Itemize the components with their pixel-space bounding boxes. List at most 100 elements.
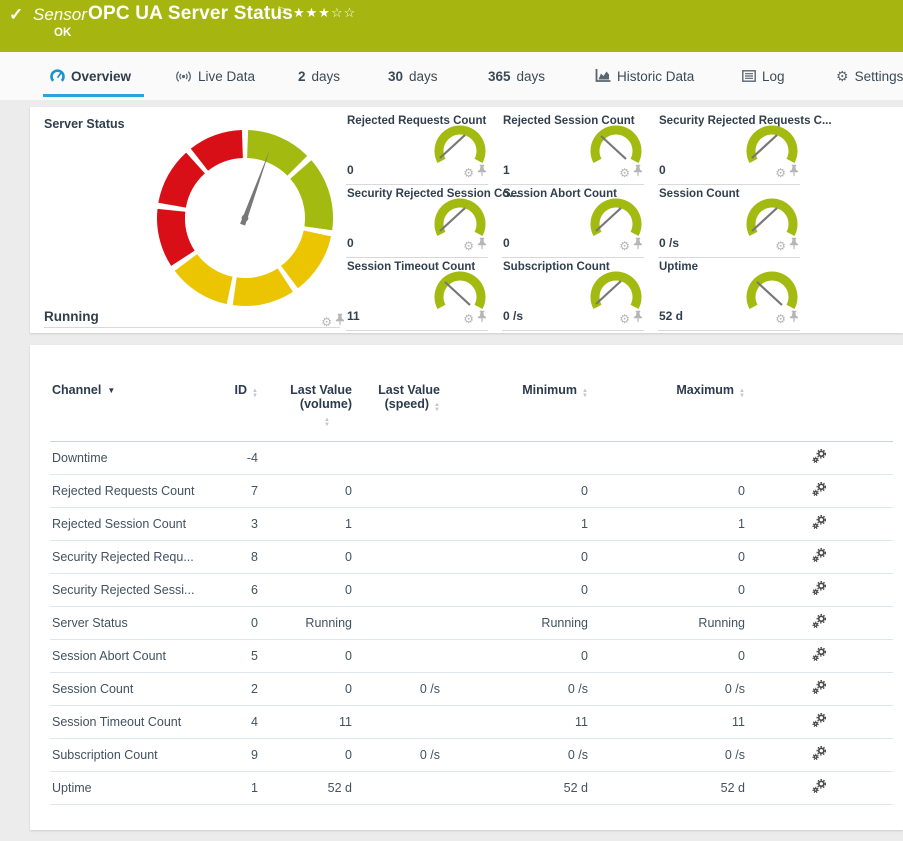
channel-settings-icon[interactable] (812, 779, 827, 797)
pin-icon[interactable] (335, 313, 345, 331)
cell-actions (755, 640, 893, 673)
tab-30-days[interactable]: 30days (388, 52, 438, 100)
table-row: Session Count200 /s0 /s0 /s (50, 673, 893, 706)
mini-gauge-value: 0 (659, 163, 666, 177)
cell-minimum: 52 d (450, 772, 598, 805)
mini-gauge-cell: Subscription Count0 /s⚙ (502, 258, 644, 331)
column-header-last-value-speed[interactable]: Last Value (speed)▲▼ (362, 381, 450, 442)
channel-settings-icon[interactable] (812, 449, 827, 467)
status-badge: OK (54, 27, 71, 39)
column-header-maximum[interactable]: Maximum▲▼ (598, 381, 755, 442)
mini-gauge-cell: Security Rejected Session Co...0⚙ (346, 185, 488, 258)
tab-overview[interactable]: Overview (50, 52, 131, 100)
cell-id: 0 (228, 607, 268, 640)
cell-actions (755, 673, 893, 706)
gauge-settings-icon[interactable]: ⚙ (775, 240, 786, 252)
gauge-segment-green (248, 144, 298, 166)
mini-gauge-cell: Session Abort Count0⚙ (502, 185, 644, 258)
table-row: Uptime152 d52 d52 d (50, 772, 893, 805)
cell-last_volume: 0 (268, 574, 362, 607)
channel-settings-icon[interactable] (812, 680, 827, 698)
priority-stars[interactable]: ★★★☆☆ (293, 5, 356, 21)
tab-365-days[interactable]: 365days (488, 52, 545, 100)
channel-settings-icon[interactable] (812, 515, 827, 533)
cell-channel: Subscription Count (50, 739, 228, 772)
gauge-settings-icon[interactable]: ⚙ (463, 240, 474, 252)
gauge-settings-icon[interactable]: ⚙ (619, 240, 630, 252)
pin-icon[interactable] (633, 164, 643, 182)
channel-settings-icon[interactable] (812, 482, 827, 500)
table-header-row: Channel▼ ID▲▼ Last Value (volume) ▲▼ Las… (50, 381, 893, 442)
sort-icon: ▲▼ (252, 389, 258, 398)
pin-icon[interactable] (633, 310, 643, 328)
gauge-settings-icon[interactable]: ⚙ (463, 167, 474, 179)
flag-icon[interactable]: ⚐ (276, 4, 288, 20)
cell-channel: Security Rejected Requ... (50, 541, 228, 574)
mini-gauge-value: 0 (503, 236, 510, 250)
page-title: OPC UA Server Status (88, 3, 293, 25)
tab-2-days[interactable]: 2days (298, 52, 340, 100)
table-row: Session Abort Count5000 (50, 640, 893, 673)
gauge-settings-icon[interactable]: ⚙ (775, 167, 786, 179)
cell-id: 8 (228, 541, 268, 574)
sort-icon: ▲▼ (739, 389, 745, 398)
cell-id: 4 (228, 706, 268, 739)
gear-icon: ⚙ (836, 69, 849, 83)
channel-settings-icon[interactable] (812, 614, 827, 632)
pin-icon[interactable] (477, 164, 487, 182)
gauge-segment-red (199, 144, 242, 160)
cell-id: 1 (228, 772, 268, 805)
table-row: Security Rejected Requ...8000 (50, 541, 893, 574)
channel-table: Channel▼ ID▲▼ Last Value (volume) ▲▼ Las… (50, 381, 893, 805)
cell-minimum: 0 (450, 475, 598, 508)
channel-settings-icon[interactable] (812, 581, 827, 599)
gauge-settings-icon[interactable]: ⚙ (619, 167, 630, 179)
cell-maximum: 0 (598, 475, 755, 508)
column-header-actions (755, 381, 893, 442)
pin-icon[interactable] (633, 237, 643, 255)
pin-icon[interactable] (789, 237, 799, 255)
channel-settings-icon[interactable] (812, 647, 827, 665)
cell-id: -4 (228, 442, 268, 475)
pin-icon[interactable] (789, 164, 799, 182)
gauge-icon (50, 69, 65, 84)
gauges-panel: Server Status Running ⚙ Rejected Request… (30, 107, 903, 333)
cell-maximum: 0 (598, 541, 755, 574)
cell-last_speed (362, 475, 450, 508)
gauge-settings-icon[interactable]: ⚙ (463, 313, 474, 325)
main-gauge-title: Server Status (44, 117, 125, 131)
channel-settings-icon[interactable] (812, 713, 827, 731)
column-header-minimum[interactable]: Minimum▲▼ (450, 381, 598, 442)
cell-maximum (598, 442, 755, 475)
mini-gauge-title: Session Count (659, 188, 740, 200)
cell-last_speed (362, 640, 450, 673)
channel-settings-icon[interactable] (812, 746, 827, 764)
cell-last_volume: 11 (268, 706, 362, 739)
column-header-channel[interactable]: Channel▼ (50, 381, 228, 442)
tab-live-data[interactable]: Live Data (175, 52, 255, 100)
object-kind-label: Sensor (33, 5, 87, 25)
cell-last_volume: 52 d (268, 772, 362, 805)
mini-gauge-cell: Security Rejected Requests C...0⚙ (658, 112, 800, 185)
table-row: Session Timeout Count4111111 (50, 706, 893, 739)
cell-last_speed (362, 607, 450, 640)
column-header-id[interactable]: ID▲▼ (228, 381, 268, 442)
column-header-last-value-volume[interactable]: Last Value (volume) ▲▼ (268, 381, 362, 442)
cell-last_volume: 0 (268, 640, 362, 673)
tab-historic-data[interactable]: Historic Data (595, 52, 694, 100)
mini-gauge-value: 52 d (659, 309, 683, 323)
gauge-settings-icon[interactable]: ⚙ (775, 313, 786, 325)
cell-last_volume: 0 (268, 739, 362, 772)
gauge-settings-icon[interactable]: ⚙ (321, 316, 332, 328)
channel-settings-icon[interactable] (812, 548, 827, 566)
cell-maximum: Running (598, 607, 755, 640)
pin-icon[interactable] (789, 310, 799, 328)
sort-icon: ▲▼ (434, 403, 440, 412)
pin-icon[interactable] (477, 310, 487, 328)
tab-log[interactable]: Log (742, 52, 785, 100)
pin-icon[interactable] (477, 237, 487, 255)
cell-last_volume: 0 (268, 475, 362, 508)
main-gauge-controls: ⚙ (321, 313, 345, 331)
gauge-settings-icon[interactable]: ⚙ (619, 313, 630, 325)
tab-settings[interactable]: ⚙ Settings (836, 52, 903, 100)
